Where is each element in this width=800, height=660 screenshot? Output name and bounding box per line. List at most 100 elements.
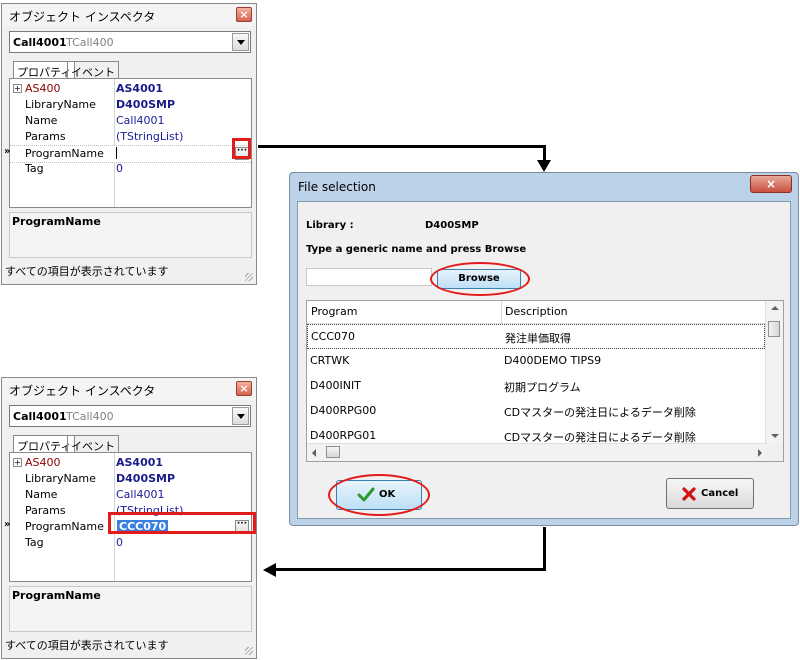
highlight-ok-button <box>328 474 430 516</box>
inspector-title: オブジェクト インスペクタ <box>9 384 156 398</box>
help-panel: ProgramName <box>9 212 252 258</box>
property-key: Tag <box>25 162 44 175</box>
tab-properties[interactable]: プロパティ <box>13 435 76 453</box>
description-cell: D400DEMO TIPS9 <box>504 354 602 367</box>
property-value[interactable]: 0 <box>116 162 123 175</box>
resize-grip-icon[interactable] <box>245 273 253 281</box>
scroll-thumb[interactable] <box>768 321 780 337</box>
property-key: AS400 <box>25 82 61 95</box>
row-marker-icon: » <box>4 519 11 530</box>
property-value[interactable]: 0 <box>116 536 123 549</box>
column-divider[interactable] <box>501 301 502 323</box>
close-icon[interactable]: × <box>236 381 252 396</box>
scroll-down-icon[interactable] <box>771 434 779 438</box>
help-title: ProgramName <box>12 215 101 228</box>
inspector-title-bar: オブジェクト インスペクタ × <box>2 4 256 26</box>
property-key: ProgramName <box>25 147 104 160</box>
library-value: D400SMP <box>425 220 479 231</box>
property-value[interactable]: D400SMP <box>116 98 175 111</box>
connector-line <box>258 145 545 148</box>
program-list: Program Description CCC070 発注単価取得 CRTWK … <box>306 300 784 462</box>
generic-name-input[interactable] <box>306 268 432 286</box>
list-item[interactable]: CCC070 発注単価取得 <box>307 324 765 349</box>
property-key: Name <box>25 488 58 501</box>
cancel-button[interactable]: Cancel <box>666 478 754 509</box>
description-cell: 発注単価取得 <box>505 332 571 345</box>
tab-events[interactable]: イベント <box>67 435 119 453</box>
cancel-label: Cancel <box>701 488 739 499</box>
highlight-program-name <box>108 512 256 534</box>
property-grid: + AS400 AS4001 LibraryName D400SMP Name … <box>4 78 252 208</box>
tab-events[interactable]: イベント <box>67 61 119 79</box>
status-text: すべての項目が表示されています <box>5 639 169 652</box>
program-cell: D400INIT <box>310 379 361 392</box>
description-cell: 初期プログラム <box>504 381 581 394</box>
chevron-down-icon[interactable] <box>232 33 249 51</box>
cancel-x-icon <box>682 487 696 501</box>
inspector-title-bar: オブジェクト インスペクタ × <box>2 378 256 400</box>
program-cell: CCC070 <box>311 330 356 343</box>
description-cell: CDマスターの発注日によるデータ削除 <box>504 406 696 419</box>
property-row[interactable]: + AS400 AS4001 <box>10 455 251 471</box>
highlight-ellipsis-button <box>232 138 251 159</box>
property-row[interactable]: Params (TStringList) <box>10 129 251 145</box>
column-header-program[interactable]: Program <box>311 305 357 318</box>
program-cell: D400RPG01 <box>310 429 377 442</box>
list-header: Program Description <box>307 301 765 324</box>
property-key: ProgramName <box>25 520 104 533</box>
property-row[interactable]: Name Call4001 <box>10 113 251 129</box>
property-key: LibraryName <box>25 472 96 485</box>
connector-line <box>543 527 546 570</box>
close-icon[interactable]: × <box>750 175 792 193</box>
property-value[interactable]: AS4001 <box>116 82 163 95</box>
dialog-title: File selection <box>298 180 376 194</box>
property-value[interactable]: Call4001 <box>116 488 165 501</box>
object-class: TCall400 <box>66 36 114 49</box>
object-selector[interactable]: Call4001 TCall400 <box>9 405 251 427</box>
property-key: Params <box>25 130 66 143</box>
property-key: Name <box>25 114 58 127</box>
object-inspector-after: オブジェクト インスペクタ × Call4001 TCall400 プロパティ … <box>1 377 257 659</box>
chevron-down-icon[interactable] <box>232 407 249 425</box>
property-row[interactable]: LibraryName D400SMP <box>10 471 251 487</box>
expand-icon[interactable]: + <box>13 84 22 93</box>
property-value[interactable]: (TStringList) <box>116 130 183 143</box>
program-name-input[interactable] <box>116 147 117 159</box>
scroll-corner <box>766 444 783 461</box>
close-icon[interactable]: × <box>236 7 252 22</box>
dialog-body: Library : D400SMP Type a generic name an… <box>297 201 791 519</box>
column-header-description[interactable]: Description <box>505 305 568 318</box>
object-name: Call4001 <box>13 36 67 49</box>
vertical-scrollbar[interactable] <box>765 301 783 444</box>
property-row[interactable]: + AS400 AS4001 <box>10 81 251 97</box>
property-row[interactable]: Tag 0 <box>10 161 251 177</box>
row-marker-icon: » <box>4 146 11 157</box>
library-label: Library : <box>306 220 354 231</box>
scroll-thumb[interactable] <box>326 446 340 458</box>
list-item[interactable]: D400INIT 初期プログラム <box>307 374 765 399</box>
list-item[interactable]: CRTWK D400DEMO TIPS9 <box>307 349 765 374</box>
instruction-text: Type a generic name and press Browse <box>306 244 527 255</box>
property-row[interactable]: Name Call4001 <box>10 487 251 503</box>
expand-icon[interactable]: + <box>13 458 22 467</box>
scroll-up-icon[interactable] <box>771 306 779 310</box>
connector-line <box>543 145 546 161</box>
property-row[interactable]: LibraryName D400SMP <box>10 97 251 113</box>
program-cell: D400RPG00 <box>310 404 377 417</box>
resize-grip-icon[interactable] <box>245 647 253 655</box>
horizontal-scrollbar[interactable] <box>307 443 767 461</box>
property-value[interactable]: Call4001 <box>116 114 165 127</box>
arrow-down-icon <box>537 160 551 172</box>
property-row[interactable]: Tag 0 <box>10 535 251 551</box>
tab-properties[interactable]: プロパティ <box>13 61 76 79</box>
scroll-right-icon[interactable] <box>758 449 762 457</box>
object-selector[interactable]: Call4001 TCall400 <box>9 31 251 53</box>
property-value[interactable]: AS4001 <box>116 456 163 469</box>
list-item[interactable]: D400RPG00 CDマスターの発注日によるデータ削除 <box>307 399 765 424</box>
object-inspector-before: オブジェクト インスペクタ × Call4001 TCall400 プロパティ … <box>1 3 257 285</box>
object-name: Call4001 <box>13 410 67 423</box>
property-key: LibraryName <box>25 98 96 111</box>
scroll-left-icon[interactable] <box>312 449 316 457</box>
help-panel: ProgramName <box>9 586 252 632</box>
property-value[interactable]: D400SMP <box>116 472 175 485</box>
